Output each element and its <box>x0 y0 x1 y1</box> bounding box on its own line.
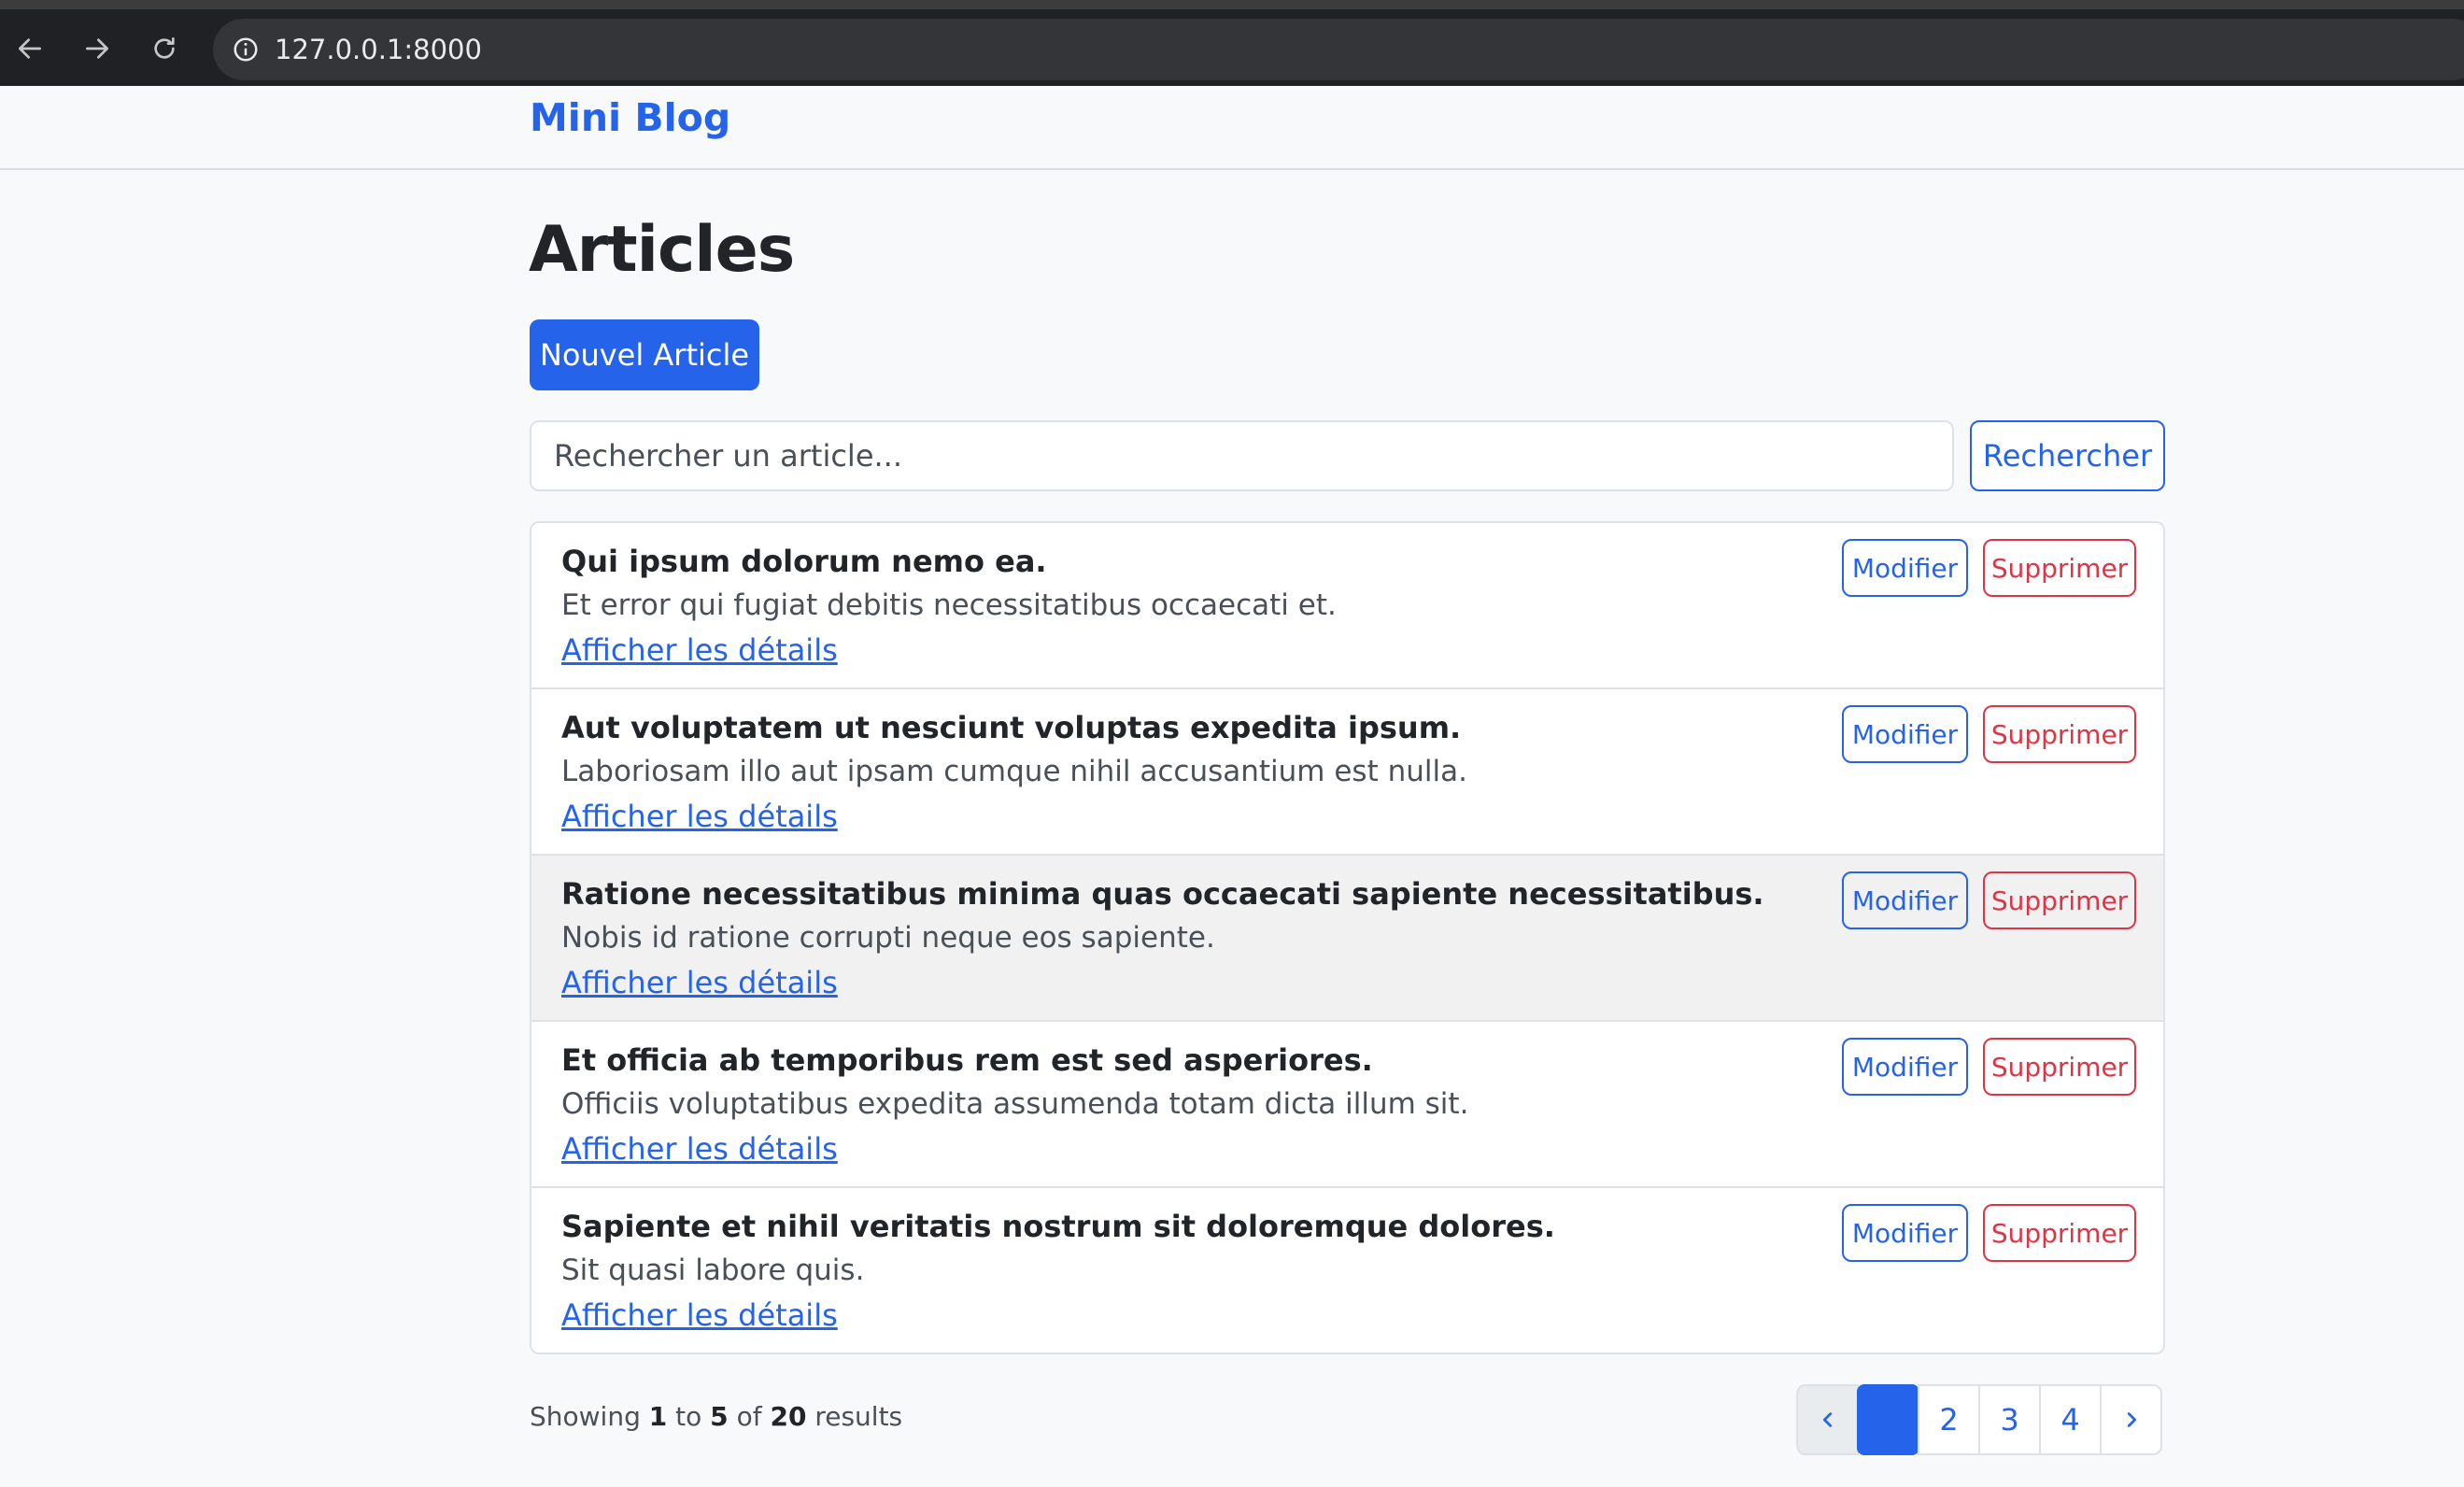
search-button[interactable]: Rechercher <box>1970 420 2165 491</box>
article-excerpt: Sit quasi labore quis. <box>561 1253 865 1287</box>
info-icon[interactable] <box>230 34 262 65</box>
chevron-right-icon <box>2121 1402 2142 1437</box>
navbar: Mini Blog <box>0 86 2464 170</box>
article-details-link[interactable]: Afficher les détails <box>561 1131 838 1167</box>
delete-button[interactable]: Supprimer <box>1983 539 2136 597</box>
article-excerpt: Et error qui fugiat debitis necessitatib… <box>561 588 1337 622</box>
delete-button[interactable]: Supprimer <box>1983 705 2136 763</box>
article-excerpt: Nobis id ratione corrupti neque eos sapi… <box>561 921 1215 955</box>
edit-button[interactable]: Modifier <box>1842 1204 1968 1262</box>
edit-button[interactable]: Modifier <box>1842 1038 1968 1096</box>
article-title: Sapiente et nihil veritatis nostrum sit … <box>561 1209 1555 1244</box>
article-details-link[interactable]: Afficher les détails <box>561 965 838 1000</box>
article-item: Ratione necessitatibus minima quas occae… <box>531 856 2163 1022</box>
browser-toolbar: 127.0.0.1:8000 <box>0 0 2464 86</box>
pagination-page-4[interactable]: 4 <box>2039 1384 2102 1455</box>
forward-arrow-icon[interactable] <box>75 26 120 71</box>
address-bar[interactable]: 127.0.0.1:8000 <box>213 19 2464 80</box>
pagination: 2 3 4 <box>1796 1384 2162 1455</box>
article-details-link[interactable]: Afficher les détails <box>561 1297 838 1333</box>
article-item: Et officia ab temporibus rem est sed asp… <box>531 1022 2163 1188</box>
page-title: Articles <box>529 213 795 287</box>
chevron-left-icon <box>1818 1402 1838 1437</box>
pagination-page-current[interactable] <box>1857 1384 1919 1455</box>
brand-link[interactable]: Mini Blog <box>530 95 730 140</box>
url-text: 127.0.0.1:8000 <box>275 34 482 65</box>
back-arrow-icon[interactable] <box>7 26 52 71</box>
article-title: Aut voluptatem ut nesciunt voluptas expe… <box>561 710 1462 745</box>
pagination-page-2[interactable]: 2 <box>1918 1384 1980 1455</box>
search-input[interactable]: Rechercher un article... <box>530 420 1954 491</box>
pagination-prev[interactable] <box>1796 1384 1859 1455</box>
article-excerpt: Officiis voluptatibus expedita assumenda… <box>561 1087 1469 1121</box>
article-details-link[interactable]: Afficher les détails <box>561 632 838 668</box>
article-excerpt: Laboriosam illo aut ipsam cumque nihil a… <box>561 755 1467 788</box>
edit-button[interactable]: Modifier <box>1842 705 1968 763</box>
reload-icon[interactable] <box>142 26 187 71</box>
article-list: Qui ipsum dolorum nemo ea. Et error qui … <box>530 521 2165 1354</box>
results-summary: Showing 1 to 5 of 20 results <box>530 1401 903 1432</box>
article-item: Sapiente et nihil veritatis nostrum sit … <box>531 1188 2163 1352</box>
edit-button[interactable]: Modifier <box>1842 539 1968 597</box>
article-title: Et officia ab temporibus rem est sed asp… <box>561 1042 1373 1078</box>
new-article-button[interactable]: Nouvel Article <box>530 319 759 390</box>
article-details-link[interactable]: Afficher les détails <box>561 799 838 834</box>
article-item: Aut voluptatem ut nesciunt voluptas expe… <box>531 689 2163 856</box>
edit-button[interactable]: Modifier <box>1842 871 1968 929</box>
delete-button[interactable]: Supprimer <box>1983 1204 2136 1262</box>
delete-button[interactable]: Supprimer <box>1983 1038 2136 1096</box>
delete-button[interactable]: Supprimer <box>1983 871 2136 929</box>
pagination-page-3[interactable]: 3 <box>1978 1384 2041 1455</box>
pagination-next[interactable] <box>2100 1384 2162 1455</box>
article-title: Qui ipsum dolorum nemo ea. <box>561 544 1047 579</box>
article-item: Qui ipsum dolorum nemo ea. Et error qui … <box>531 523 2163 689</box>
article-title: Ratione necessitatibus minima quas occae… <box>561 876 1764 912</box>
